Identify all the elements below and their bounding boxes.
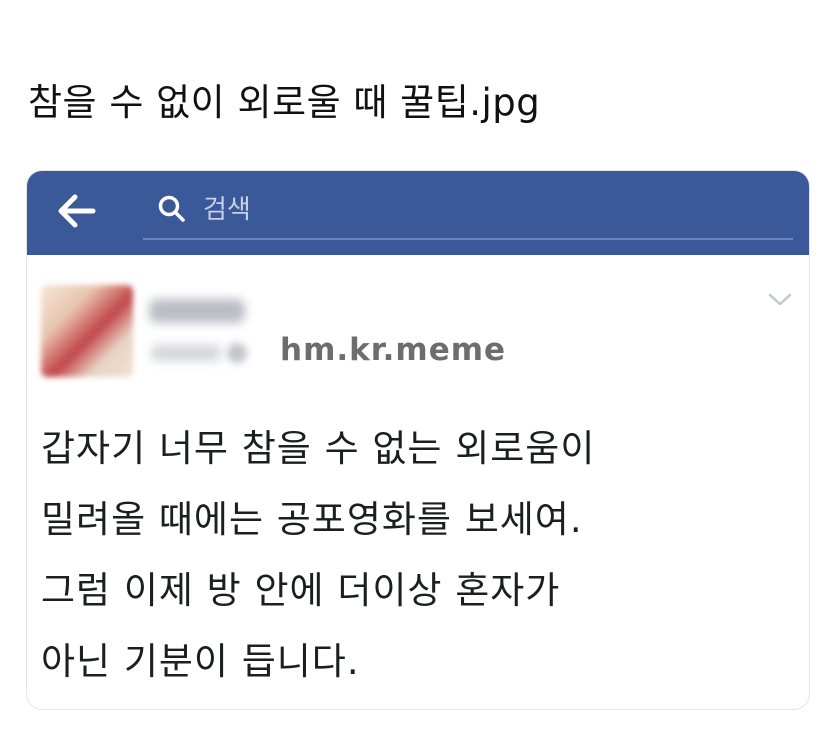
search-input[interactable] xyxy=(201,189,765,231)
post: hm.kr.meme 갑자기 너무 참을 수 없는 외로움이 밀려올 때에는 공… xyxy=(27,255,809,709)
arrow-left-icon xyxy=(58,194,96,228)
post-body: 갑자기 너무 참을 수 없는 외로움이 밀려올 때에는 공포영화를 보세여. 그… xyxy=(41,413,801,697)
watermark: hm.kr.meme xyxy=(280,332,507,368)
back-button[interactable] xyxy=(53,187,101,235)
post-line: 밀려올 때에는 공포영화를 보세여. xyxy=(41,498,583,541)
search-bar[interactable] xyxy=(143,183,793,240)
page-title: 참을 수 없이 외로울 때 꿀팁.jpg xyxy=(28,81,541,124)
post-line: 아닌 기분이 듭니다. xyxy=(41,640,360,683)
author-name-blurred[interactable] xyxy=(149,299,245,323)
search-icon xyxy=(158,195,185,222)
top-bar xyxy=(27,171,809,255)
post-timestamp-blurred xyxy=(151,345,221,361)
post-line: 갑자기 너무 참을 수 없는 외로움이 xyxy=(41,427,596,470)
avatar[interactable] xyxy=(41,285,133,377)
post-card: hm.kr.meme 갑자기 너무 참을 수 없는 외로움이 밀려올 때에는 공… xyxy=(26,170,810,710)
post-line: 그럼 이제 방 안에 더이상 혼자가 xyxy=(41,569,561,612)
privacy-icon xyxy=(227,343,247,363)
chevron-down-icon[interactable] xyxy=(767,289,793,309)
